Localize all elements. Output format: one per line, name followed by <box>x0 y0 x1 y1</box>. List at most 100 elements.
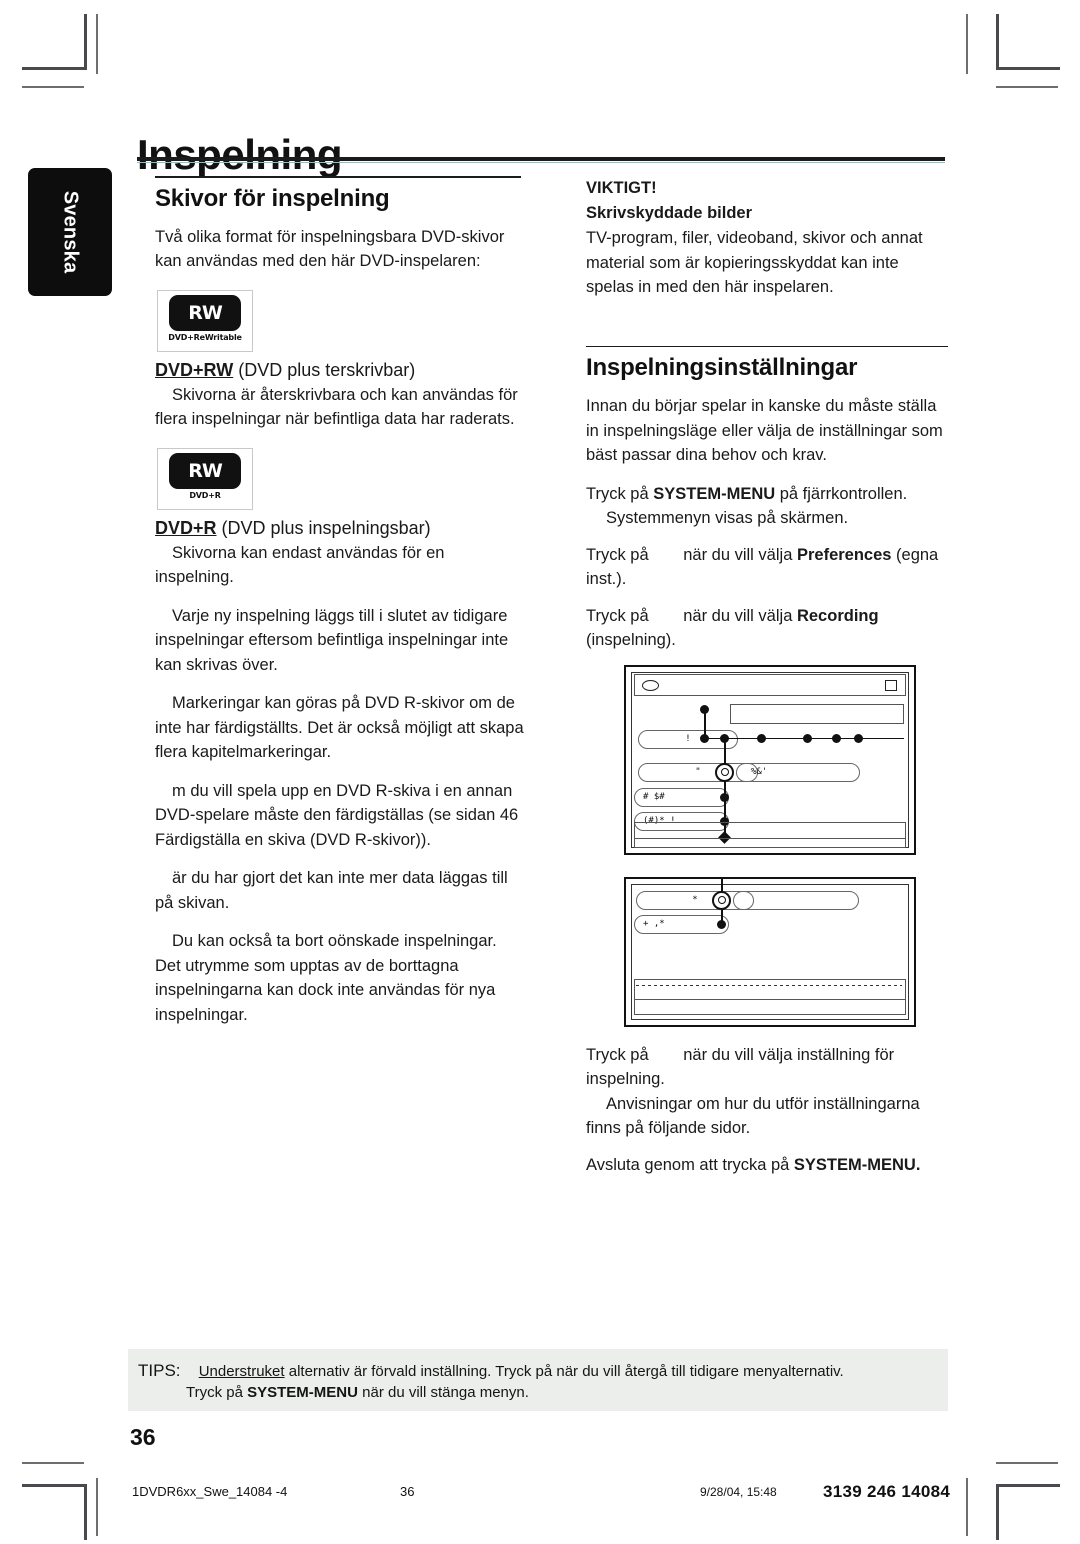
rw-badge-icon: RW <box>169 294 241 331</box>
tips-line-2-bold: SYSTEM-MENU <box>247 1384 358 1401</box>
registration-tick-right-top <box>996 86 1058 88</box>
osd-top-field <box>730 703 904 724</box>
dvd-plus-r-logo-caption: DVD+R <box>189 490 221 500</box>
tips-line-2-after: när du vill stänga menyn. <box>357 1384 529 1401</box>
step-3-bold: Recording <box>796 606 879 625</box>
osd-node-dot <box>700 704 709 714</box>
dvd-plus-r-title-rest: (DVD plus inspelningsbar) <box>221 517 431 538</box>
tips-line-2-before: Tryck på <box>186 1384 248 1401</box>
section-rule-discs <box>155 176 521 178</box>
important-subheading-text: Skrivskyddade bilder <box>586 203 752 222</box>
language-tab: Svenska <box>28 168 112 296</box>
step-2-bold: Preferences <box>796 545 892 564</box>
r-badge-icon: RW <box>169 452 241 489</box>
registration-tick-left-bottom <box>22 1462 84 1464</box>
osd-submenu-row-2-label: + ,* <box>643 918 665 929</box>
osd-node-dot <box>757 733 766 743</box>
osd-node-dot <box>720 792 729 802</box>
step-4-before: Tryck på <box>586 1045 654 1064</box>
print-footer: 1DVDR6xx_Swe_14084 -4 36 9/28/04, 15:48 … <box>0 1482 1080 1506</box>
dvd-plus-rw-logo-caption: DVD+ReWritable <box>168 332 242 342</box>
step-1: Tryck på SYSTEM-MENU på fjärrkontrollen.… <box>586 482 948 531</box>
step-1-after: på fjärrkontrollen. <box>775 484 908 503</box>
step-5: Avsluta genom att trycka på SYSTEM-MENU. <box>586 1153 948 1178</box>
step-1-sub: Systemmenyn visas på skärmen. <box>606 509 849 527</box>
dvd-plus-r-paragraph-2: Varje ny inspelning läggs till i slutet … <box>155 606 509 674</box>
step-2-mid: när du vill välja <box>683 545 797 564</box>
page-number: 36 <box>130 1424 156 1450</box>
step-1-bold: SYSTEM-MENU <box>653 484 776 503</box>
dvd-plus-r-logo: RW DVD+R <box>157 447 253 510</box>
dvd-plus-rw-title: DVD+RW (DVD plus terskrivbar) <box>155 360 525 381</box>
dvd-plus-r-paragraph-3: Markeringar kan göras på DVD R-skivor om… <box>155 694 524 761</box>
title-rule-accent <box>137 162 945 163</box>
r-mark-text: RW <box>188 459 223 482</box>
important-heading-text: VIKTIGT! <box>586 179 657 197</box>
section-rule-settings <box>586 345 948 347</box>
step-5-bold: SYSTEM-MENU <box>793 1155 916 1174</box>
tips-box: TIPS: Understruket alternativ är förvald… <box>128 1349 948 1411</box>
registration-tick-left-top <box>22 86 84 88</box>
disc-icon <box>642 679 659 691</box>
step-5-before: Avsluta genom att trycka på <box>586 1155 794 1174</box>
tips-line-1: TIPS: Understruket alternativ är förvald… <box>138 1360 938 1382</box>
osd-bottom-bar-divider <box>635 998 905 1000</box>
left-column: Skivor för inspelning Två olika format f… <box>155 176 525 1041</box>
dvd-plus-r-paragraph-1: Skivorna kan endast användas för en insp… <box>155 543 445 587</box>
osd-selection-target-icon <box>715 762 734 782</box>
step-3-mid: när du vill välja <box>683 606 797 625</box>
rw-mark-text: RW <box>188 301 223 324</box>
step-1-before: Tryck på <box>586 484 654 503</box>
dvd-plus-rw-paragraph-1: Skivorna är återskrivbara och kan använd… <box>155 385 518 429</box>
osd-bottom-bar <box>634 978 906 1015</box>
osd-node-dot <box>803 733 812 743</box>
registration-tick-top-right <box>966 14 968 74</box>
osd-callout-bubble: %&' <box>736 762 860 782</box>
osd-title-bar <box>634 673 906 696</box>
step-2-before: Tryck på <box>586 545 654 564</box>
osd-callout-label: %&' <box>751 766 768 777</box>
step-4-sub: Anvisningar om hur du utför inställninga… <box>586 1094 920 1138</box>
osd-submenu-callout-bubble <box>733 890 859 910</box>
print-footer-page: 36 <box>400 1484 415 1499</box>
language-tab-label: Svenska <box>59 190 82 274</box>
section-heading-settings: Inspelningsinställningar <box>586 354 858 381</box>
step-4: Tryck på när du vill välja inställning f… <box>586 1043 948 1141</box>
dvd-plus-r-paragraph-6: Du kan också ta bort oönskade inspelning… <box>155 932 497 1024</box>
print-footer-code: 3139 246 14084 <box>823 1482 951 1501</box>
right-column: VIKTIGT! Skrivskyddade bilder TV-program… <box>586 176 948 1189</box>
tips-underlined-word: Understruket <box>198 1363 285 1380</box>
tips-line-1-rest: alternativ är förvald inställning. Tryck… <box>284 1363 844 1380</box>
dvd-plus-r-paragraph-4: m du vill spela upp en DVD R-skiva i en … <box>155 781 519 849</box>
step-2: Tryck på när du vill välja Preferences (… <box>586 543 948 592</box>
step-5-after: . <box>915 1155 921 1174</box>
print-footer-date: 9/28/04, 15:48 <box>700 1485 777 1499</box>
osd-bottom-bar-divider <box>635 837 905 839</box>
important-heading: VIKTIGT! <box>586 176 948 201</box>
important-subheading: Skrivskyddade bilder <box>586 201 948 226</box>
osd-selection-target-icon <box>712 890 731 910</box>
print-footer-filename: 1DVDR6xx_Swe_14084 -4 <box>132 1484 288 1499</box>
registration-tick-top-left <box>96 14 98 74</box>
stop-square-icon <box>885 679 897 691</box>
osd-bottom-bar <box>634 821 906 848</box>
discs-intro: Två olika format för inspelningsbara DVD… <box>155 227 505 271</box>
dvd-plus-r-paragraph-5: är du har gjort det kan inte mer data lä… <box>155 869 508 912</box>
osd-node-dot <box>717 919 726 929</box>
page-title: Inspelning <box>137 131 343 179</box>
osd-menu-row-3: # $# <box>634 787 729 807</box>
section-heading-discs: Skivor för inspelning <box>155 184 390 212</box>
step-3-before: Tryck på <box>586 606 654 625</box>
osd-node-dot <box>700 733 709 743</box>
osd-node-dot <box>720 733 729 743</box>
title-rule <box>137 157 945 161</box>
registration-tick-right-bottom <box>996 1462 1058 1464</box>
step-3-after: (inspelning). <box>586 631 676 649</box>
tips-label: TIPS: <box>138 1361 181 1380</box>
osd-submenu-row-2: + ,* <box>634 914 729 934</box>
osd-menu-row-3-label: # $# <box>643 791 665 802</box>
recording-submenu-screen: * + ,* <box>624 876 916 1027</box>
important-body: TV-program, filer, videoband, skivor och… <box>586 229 923 296</box>
dvd-plus-rw-logo: RW DVD+ReWritable <box>157 289 253 352</box>
dvd-plus-r-title: DVD+R (DVD plus inspelningsbar) <box>155 518 525 539</box>
